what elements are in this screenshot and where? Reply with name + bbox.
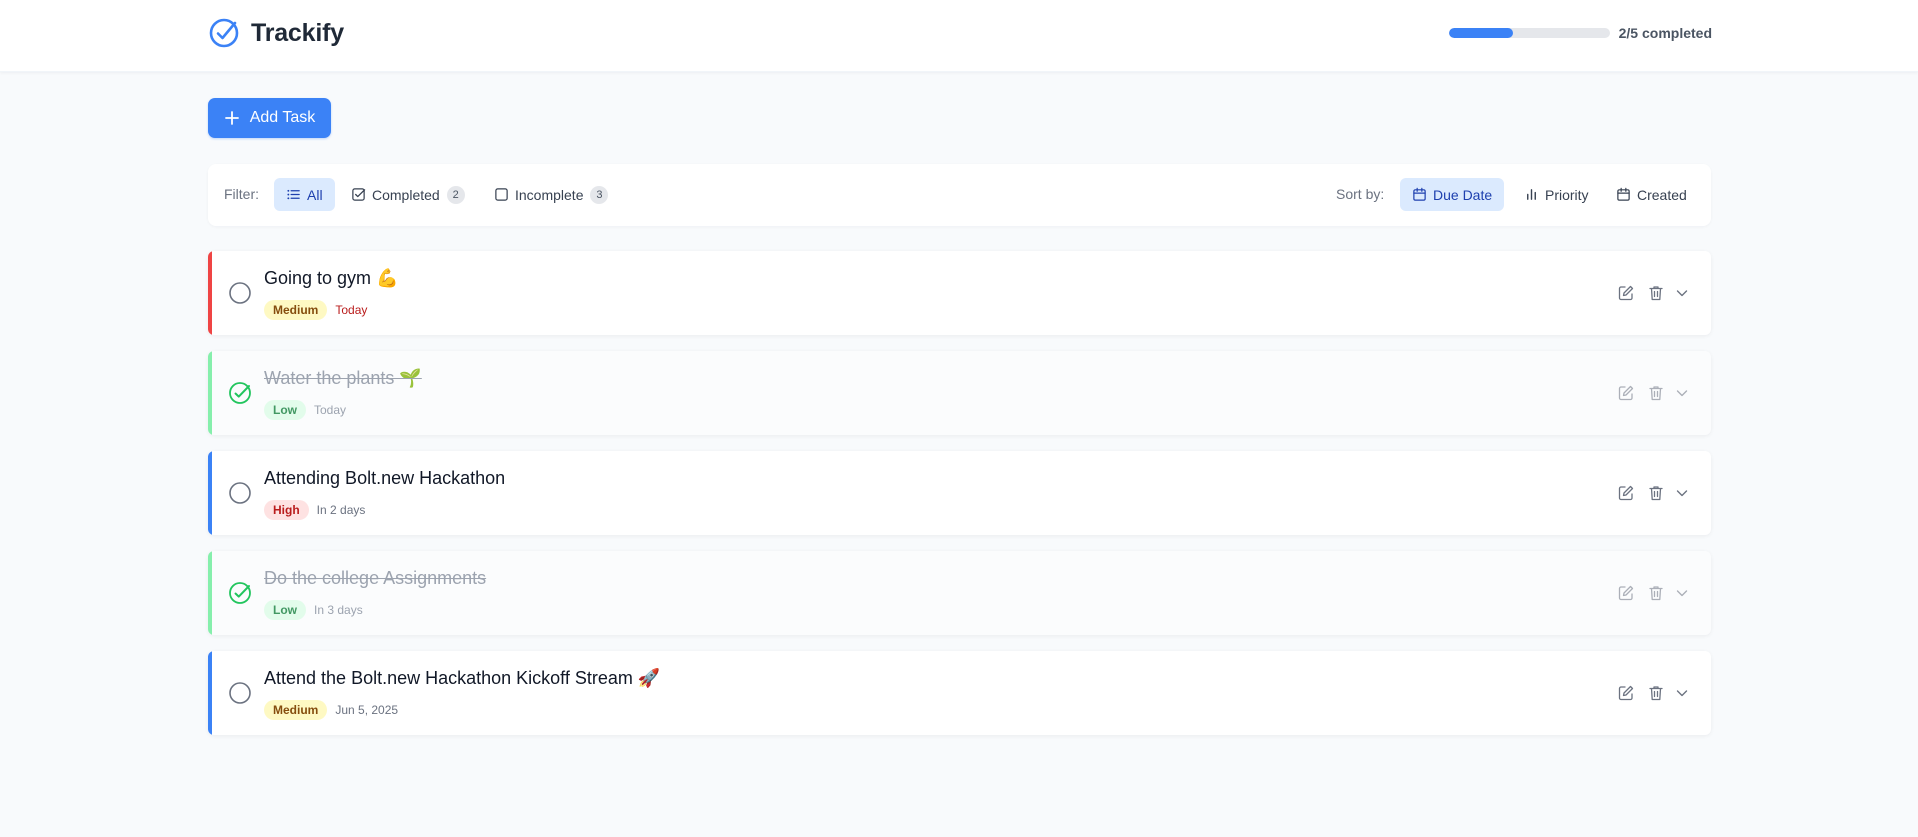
chevron-down-icon[interactable] [1673, 684, 1691, 702]
bar-chart-icon [1527, 189, 1536, 200]
check-circle-icon[interactable] [228, 381, 252, 405]
task-actions [1617, 384, 1691, 402]
priority-badge: Medium [264, 700, 328, 720]
calendar-icon [1413, 187, 1426, 201]
due-date: Today [335, 303, 368, 317]
priority-accent-bar [208, 451, 212, 535]
filter-all-button[interactable]: All [274, 178, 335, 211]
chevron-down-icon[interactable] [1673, 484, 1691, 502]
sort-priority-button[interactable]: Priority [1512, 178, 1601, 211]
due-date: In 2 days [316, 503, 366, 517]
filter-incomplete-label: Incomplete [515, 186, 584, 203]
task-actions [1617, 684, 1691, 702]
filter-label: Filter: [224, 186, 259, 202]
priority-badge: Low [264, 600, 306, 620]
app-name: Trackify [251, 18, 344, 47]
task-meta: Medium Today [264, 300, 367, 320]
edit-icon[interactable] [1617, 584, 1635, 602]
sort-due-date-label: Due Date [1433, 186, 1493, 203]
filter-completed-button[interactable]: Completed 2 [339, 178, 477, 211]
completed-count-badge: 2 [446, 185, 465, 204]
task-card: Do the college Assignments Low In 3 days [208, 551, 1711, 635]
task-meta: High In 2 days [264, 500, 365, 520]
empty-circle-icon[interactable] [228, 481, 252, 505]
sort-created-label: Created [1637, 186, 1687, 203]
list-icon [287, 189, 300, 200]
task-title: Attending Bolt.new Hackathon [264, 468, 506, 488]
add-task-button[interactable]: Add Task [208, 98, 331, 138]
trash-icon[interactable] [1647, 384, 1665, 402]
priority-accent-bar [208, 251, 212, 335]
progress-bar [1448, 28, 1610, 38]
checkbox-empty-icon [495, 188, 508, 201]
calendar-icon [1617, 187, 1630, 201]
brand: Trackify [208, 17, 344, 49]
filter-incomplete-button[interactable]: Incomplete 3 [482, 178, 620, 211]
trash-icon[interactable] [1647, 684, 1665, 702]
task-title: Water the plants 🌱 [264, 368, 422, 388]
due-date: Today [314, 403, 347, 417]
chevron-down-icon[interactable] [1673, 284, 1691, 302]
task-meta: Medium Jun 5, 2025 [264, 700, 398, 720]
task-card: Attend the Bolt.new Hackathon Kickoff St… [208, 651, 1711, 735]
priority-accent-bar [208, 551, 212, 635]
priority-badge: Medium [264, 300, 328, 320]
task-meta: Low Today [264, 400, 346, 420]
filter-completed-label: Completed [372, 186, 440, 203]
trash-icon[interactable] [1647, 284, 1665, 302]
sort-label: Sort by: [1336, 186, 1385, 202]
task-meta: Low In 3 days [264, 600, 363, 620]
priority-accent-bar [208, 651, 212, 735]
empty-circle-icon[interactable] [228, 281, 252, 305]
add-task-label: Add Task [249, 109, 316, 126]
filter-all-label: All [307, 186, 323, 203]
incomplete-count-badge: 3 [590, 185, 609, 204]
empty-circle-icon[interactable] [228, 681, 252, 705]
task-actions [1617, 484, 1691, 502]
task-title: Attend the Bolt.new Hackathon Kickoff St… [264, 668, 661, 688]
edit-icon[interactable] [1617, 384, 1635, 402]
sort-due-date-button[interactable]: Due Date [1400, 178, 1505, 211]
sort-created-button[interactable]: Created [1604, 178, 1699, 211]
task-card: Attending Bolt.new Hackathon High In 2 d… [208, 451, 1711, 535]
task-card: Going to gym 💪 Medium Today [208, 251, 1711, 335]
chevron-down-icon[interactable] [1673, 384, 1691, 402]
task-title: Do the college Assignments [264, 568, 487, 588]
plus-icon [224, 111, 239, 125]
task-actions [1617, 284, 1691, 302]
due-date: In 3 days [314, 603, 363, 617]
priority-badge: Low [264, 400, 306, 420]
sort-priority-label: Priority [1545, 186, 1589, 203]
edit-icon[interactable] [1617, 284, 1635, 302]
progress-label: 2/5 completed [1618, 25, 1712, 41]
priority-badge: High [264, 500, 309, 520]
edit-icon[interactable] [1617, 684, 1635, 702]
progress-summary: 2/5 completed [1448, 25, 1712, 41]
check-circle-icon[interactable] [228, 581, 252, 605]
due-date: Jun 5, 2025 [335, 703, 399, 717]
chevron-down-icon[interactable] [1673, 584, 1691, 602]
task-actions [1617, 584, 1691, 602]
trash-icon[interactable] [1647, 584, 1665, 602]
edit-icon[interactable] [1617, 484, 1635, 502]
priority-accent-bar [208, 351, 212, 435]
app-header: Trackify 2/5 completed [0, 0, 1918, 72]
filter-sort-toolbar: Filter: All Completed 2 Incomplete 3 Sor… [208, 164, 1711, 226]
progress-bar-fill [1448, 28, 1514, 38]
check-circle-icon [209, 18, 239, 48]
task-card: Water the plants 🌱 Low Today [208, 351, 1711, 435]
task-title: Going to gym 💪 [264, 268, 399, 288]
trash-icon[interactable] [1647, 484, 1665, 502]
checkbox-checked-icon [352, 188, 366, 201]
